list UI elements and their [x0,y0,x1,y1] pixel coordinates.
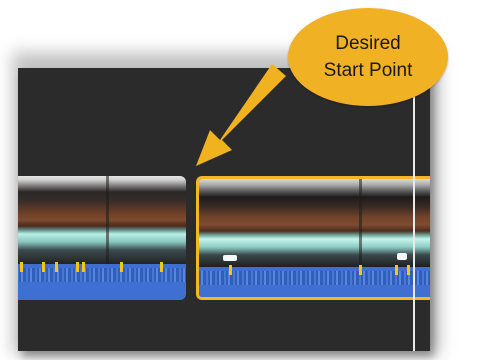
callout-line-2: Start Point [323,60,413,81]
callout-line-1: Desired [335,33,401,54]
desired-start-point-callout: Desired Start Point [288,8,448,106]
